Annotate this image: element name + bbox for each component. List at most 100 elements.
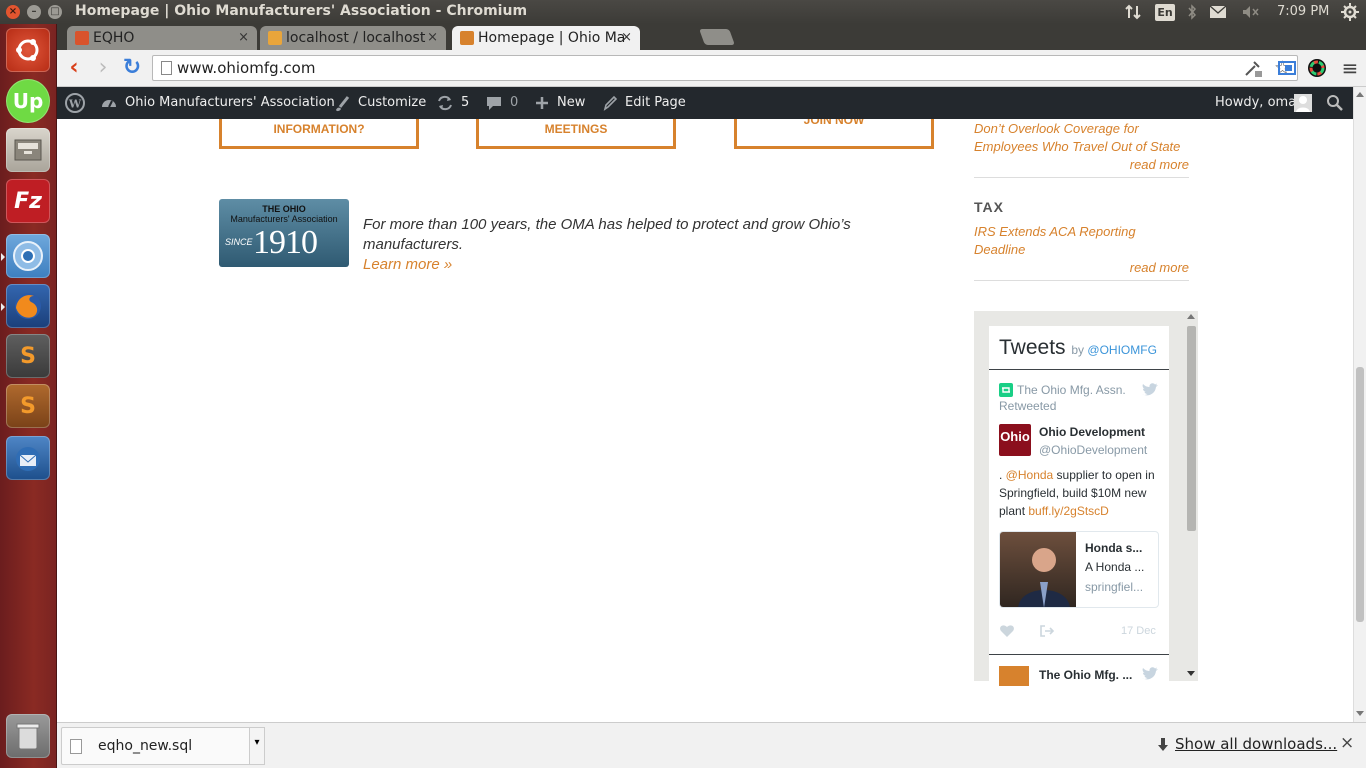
close-icon[interactable]: × [621,26,632,50]
close-icon[interactable]: × [427,26,438,50]
browser-toolbar: ‹ › ↻ ☆ ≡ [57,50,1366,87]
page-scroll-thumb[interactable] [1356,367,1364,622]
tweet-url-link[interactable]: buff.ly/2gStscD [1028,504,1108,518]
tab-phpmyadmin[interactable]: localhost / localhost × [260,26,446,50]
chrome-menu-button[interactable]: ≡ [1338,56,1362,80]
sublime-text-icon[interactable]: S [6,334,50,378]
read-more-row: read more [974,156,1189,174]
timeline-title: Tweets [999,336,1066,359]
new-tab-button[interactable] [699,29,735,45]
download-options-chevron-icon[interactable]: ▾ [249,727,265,765]
oma-since-1910-logo[interactable]: THE OHIO Manufacturers' Association SINC… [219,199,349,267]
power-gear-icon[interactable] [1341,0,1359,24]
card-thumbnail-image [1000,532,1076,607]
filezilla-icon[interactable]: Fz [6,179,50,223]
color-wheel-extension-icon[interactable] [1307,58,1327,78]
share-icon[interactable] [1039,624,1055,643]
reload-button[interactable]: ↻ [120,56,144,80]
tab-label: EQHO [93,30,135,46]
sidebar-post-coverage[interactable]: Don’t Overlook Coverage for Employees Wh… [974,120,1189,156]
like-heart-icon[interactable] [999,624,1015,643]
tab-eqho[interactable]: EQHO × [67,26,257,50]
volume-muted-icon[interactable] [1240,0,1260,24]
twitter-timeline[interactable]: Tweets by @OHIOMFG The Ohio Mfg. Assn. R… [989,326,1169,686]
twitter-scroll-thumb[interactable] [1187,326,1196,531]
show-all-downloads-link[interactable]: Show all downloads... [1175,735,1337,753]
eyedropper-extension-icon[interactable] [1243,58,1263,78]
post-title-link[interactable]: Don’t Overlook Coverage for Employees Wh… [974,120,1189,156]
upwork-icon[interactable]: Up [6,79,50,123]
timeline-handle-link[interactable]: @OHIOMFG [1087,343,1157,357]
tweet-date[interactable]: 17 Dec [1121,625,1156,637]
divider [989,369,1169,370]
close-icon[interactable]: × [238,26,249,50]
scroll-down-arrow-icon[interactable] [1356,711,1364,716]
logo-line1: THE OHIO [262,204,306,214]
bluetooth-icon[interactable] [1186,0,1198,24]
edit-page-link[interactable]: Edit Page [625,87,686,119]
mail-icon[interactable] [1208,0,1228,24]
scroll-down-arrow-icon[interactable] [1187,671,1195,676]
cta-join-now-button[interactable]: JOIN NOW [734,119,934,149]
read-more-link[interactable]: read more [1130,259,1189,277]
page-scrollbar[interactable] [1353,87,1366,722]
intro-paragraph: For more than 100 years, the OMA has hel… [363,215,943,275]
firefox-icon[interactable] [6,284,50,328]
author-avatar[interactable]: Ohio [999,424,1031,456]
back-button[interactable]: ‹ [62,56,86,80]
running-indicator [1,253,5,261]
author-name[interactable]: Ohio Development [1039,425,1145,439]
twitter-bird-icon[interactable] [1141,382,1159,403]
trash-icon[interactable] [6,714,50,758]
window-maximize-button[interactable]: □ [48,5,62,19]
wordpress-logo-icon[interactable]: W [65,87,85,119]
read-more-link[interactable]: read more [1130,156,1189,174]
brush-icon [334,87,350,119]
pencil-icon [602,87,618,119]
twitter-bird-icon[interactable] [1141,666,1159,686]
svg-text:W: W [68,98,82,111]
updates-icon[interactable] [436,87,454,119]
download-item[interactable]: eqho_new.sql [61,727,265,765]
author-handle[interactable]: @OhioDevelopment [1039,443,1147,457]
post-title-link[interactable]: IRS Extends ACA Reporting Deadline [974,223,1154,259]
ubuntu-dash-icon[interactable] [6,28,50,72]
link-card[interactable]: Honda s... A Honda ... springfiel... [999,531,1159,608]
cta-meetings-button[interactable]: MEETINGS [476,119,676,149]
search-icon[interactable] [1326,87,1344,119]
keyboard-language-indicator[interactable]: En [1155,4,1175,21]
window-close-button[interactable]: × [6,5,20,19]
mention-link[interactable]: @Honda [1006,468,1054,482]
url-input[interactable] [177,58,1177,78]
cast-extension-icon[interactable] [1277,58,1297,78]
retweeter-name[interactable]: The Ohio Mfg. Assn. [1017,383,1126,397]
user-avatar-icon[interactable] [1294,87,1312,119]
logo-year: 1910 [253,224,318,261]
chromium-icon[interactable] [6,234,50,278]
card-domain: springfiel... [1085,580,1144,594]
window-minimize-button[interactable]: – [27,5,41,19]
close-shelf-button[interactable]: × [1340,733,1354,753]
tab-homepage[interactable]: Homepage | Ohio Ma × [452,26,640,50]
sublime-text-2-icon[interactable]: S [6,384,50,428]
download-shelf: eqho_new.sql ▾ Show all downloads... × [57,722,1366,768]
clock[interactable]: 7:09 PM [1277,0,1329,24]
network-arrows-icon[interactable] [1124,0,1142,24]
thunderbird-icon[interactable] [6,436,50,480]
address-bar[interactable]: ☆ [152,55,1298,81]
forward-button[interactable]: › [91,56,115,80]
new-content-link[interactable]: New [557,87,585,119]
cta-information-button[interactable]: INFORMATION? [219,119,419,149]
comments-icon[interactable] [485,87,503,119]
admin-site-name[interactable]: Ohio Manufacturers' Association [125,87,335,119]
sidebar-post-irs[interactable]: IRS Extends ACA Reporting Deadline [974,223,1154,259]
scroll-up-arrow-icon[interactable] [1356,92,1364,97]
twitter-scrollbar[interactable] [1185,311,1197,681]
customize-link[interactable]: Customize [358,87,426,119]
learn-more-link[interactable]: Learn more » [363,256,452,273]
files-icon[interactable] [6,128,50,172]
scroll-up-arrow-icon[interactable] [1187,314,1195,319]
next-author-name[interactable]: The Ohio Mfg. ... [1039,668,1132,682]
howdy-user-menu[interactable]: Howdy, oma [1215,87,1296,119]
next-author-avatar[interactable] [999,666,1029,686]
